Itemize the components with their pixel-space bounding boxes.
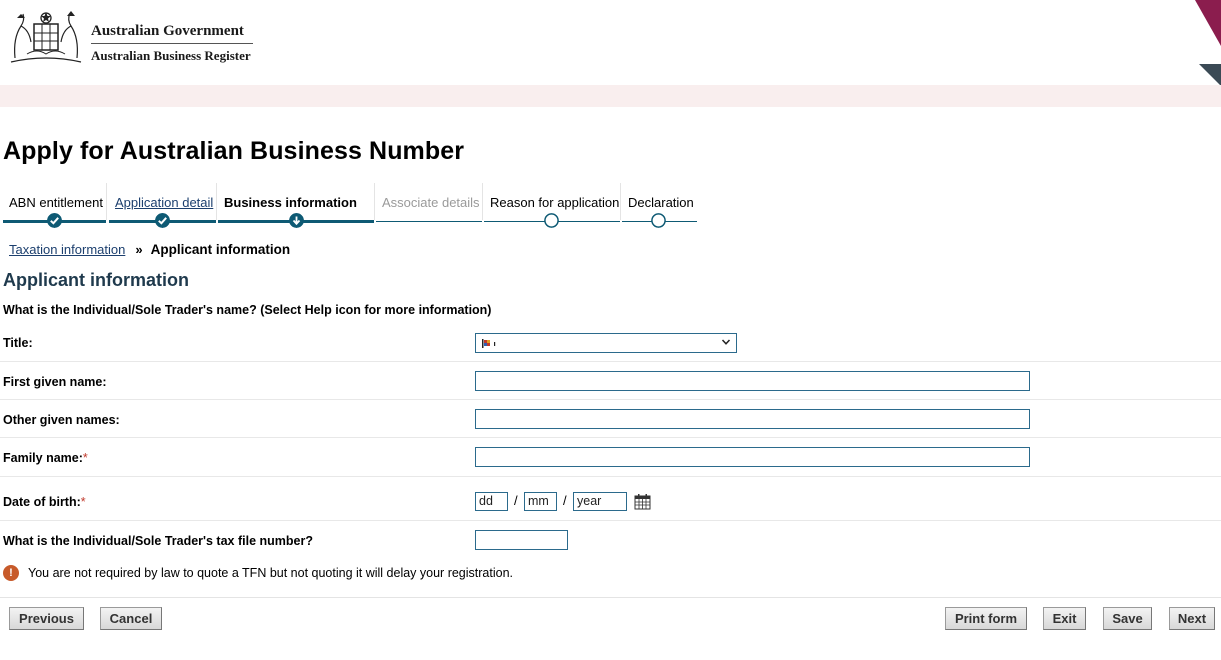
cancel-button[interactable]: Cancel [100,607,162,630]
step-label[interactable]: Application detail [115,195,213,210]
dob-day-input[interactable]: dd [475,492,508,511]
other-given-names-row: Other given names: [0,400,1221,438]
calendar-icon[interactable] [634,493,651,510]
tfn-row: What is the Individual/Sole Trader's tax… [0,521,1221,561]
step-separator [216,183,217,220]
current-step-icon [289,213,304,228]
print-form-button[interactable]: Print form [945,607,1027,630]
step-declaration: Declaration [622,183,697,228]
dob-month-input[interactable]: mm [524,492,557,511]
government-name: Australian Government [91,23,244,39]
step-label: Reason for application [490,195,620,210]
step-label: ABN entitlement [9,195,103,210]
step-associate-details: Associate details [376,183,483,223]
step-label: Declaration [628,195,694,210]
family-name-label: Family name:* [3,451,88,465]
pending-step-icon [544,213,559,228]
previous-button[interactable]: Previous [9,607,84,630]
first-given-name-row: First given name: [0,362,1221,400]
step-separator [620,183,621,220]
family-name-row: Family name:* [0,438,1221,477]
dob-separator: / [514,493,518,508]
tfn-notice: ! You are not required by law to quote a… [3,565,513,581]
pending-step-icon [651,213,666,228]
agency-name: Australian Business Register [91,48,251,63]
site-header: Australian Government Australian Busines… [0,0,1221,86]
check-icon [155,213,170,228]
family-name-input[interactable] [475,447,1030,467]
tfn-input[interactable] [475,530,568,550]
required-marker: * [82,451,88,465]
title-label: Title: [3,336,33,350]
breadcrumb-separator: » [135,242,143,257]
step-label: Business information [224,195,357,210]
check-icon [47,213,62,228]
header-band [0,85,1221,107]
title-select[interactable] [475,333,737,353]
coat-of-arms-icon [10,11,82,63]
date-of-birth-row: Date of birth:* dd / mm / year [0,477,1221,521]
step-abn-entitlement[interactable]: ABN entitlement [3,183,107,228]
tfn-label: What is the Individual/Sole Trader's tax… [3,534,313,548]
header-divider [91,43,253,44]
chevron-down-icon [721,339,731,345]
step-label: Associate details [382,195,480,210]
name-question: What is the Individual/Sole Trader's nam… [3,303,492,317]
breadcrumb-current: Applicant information [150,242,291,257]
dob-year-input[interactable]: year [573,492,627,511]
date-of-birth-label: Date of birth:* [3,495,86,509]
step-separator [374,183,375,220]
step-separator [482,183,483,220]
save-button[interactable]: Save [1103,607,1152,630]
family-name-label-text: Family name: [3,451,83,465]
breadcrumb-taxation-information[interactable]: Taxation information [9,242,125,257]
title-row: Title: [0,324,1221,362]
exit-button[interactable]: Exit [1043,607,1086,630]
page-title: Apply for Australian Business Number [3,137,465,165]
breadcrumb: Taxation information » Applicant informati… [9,242,290,257]
step-reason-for-application: Reason for application [484,183,621,228]
warning-icon: ! [3,565,19,581]
next-button[interactable]: Next [1169,607,1215,630]
first-given-name-label: First given name: [3,375,107,389]
step-application-detail[interactable]: Application detail [109,183,217,228]
step-business-information[interactable]: Business information [218,183,375,228]
dob-separator: / [563,493,567,508]
first-given-name-input[interactable] [475,371,1030,391]
step-bar [376,221,482,222]
section-title: Applicant information [3,270,189,290]
other-given-names-input[interactable] [475,409,1030,429]
tfn-notice-text: You are not required by law to quote a T… [28,566,514,580]
selected-value-glyph-icon [482,339,496,348]
other-given-names-label: Other given names: [3,413,120,427]
footer-divider [0,597,1221,598]
date-of-birth-label-text: Date of birth: [3,495,81,509]
step-separator [106,183,107,220]
required-marker: * [80,495,86,509]
